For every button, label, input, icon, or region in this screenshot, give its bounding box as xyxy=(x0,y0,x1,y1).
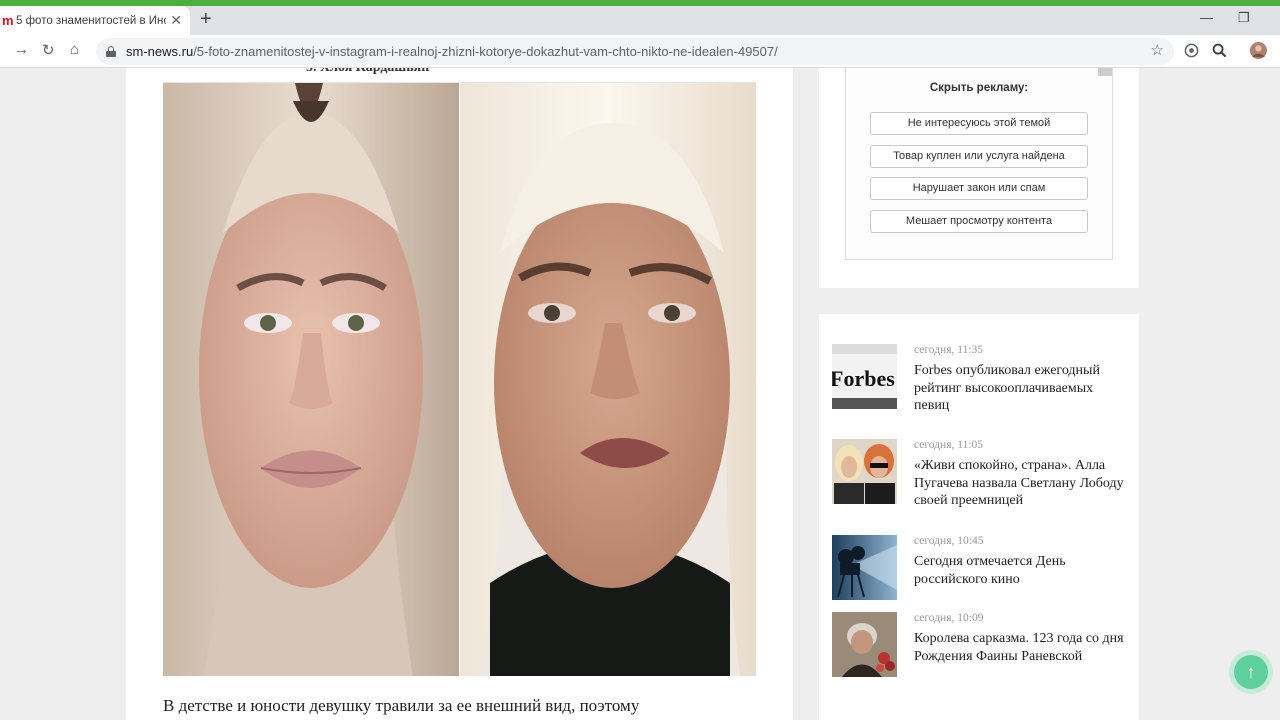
news-time: сегодня, 11:35 xyxy=(914,344,984,356)
news-time: сегодня, 10:45 xyxy=(914,535,984,547)
article-section-heading: 5. Хлоя Кардашьян xyxy=(306,68,429,76)
tab-title: 5 фото знаменитостей в Инстаграм xyxy=(16,14,166,27)
photo-real-life xyxy=(459,83,756,676)
new-tab-button[interactable]: + xyxy=(200,8,212,31)
photo-instagram xyxy=(163,83,460,676)
reload-icon[interactable]: ↻ xyxy=(42,41,55,59)
news-time: сегодня, 11:05 xyxy=(914,439,984,451)
hide-ad-title: Скрыть рекламу: xyxy=(929,82,1029,94)
news-title[interactable]: Forbes опубликовал ежегодный рейтинг выс… xyxy=(914,362,1129,415)
hide-ad-option-spam[interactable]: Нарушает закон или спам xyxy=(870,177,1088,200)
search-icon[interactable] xyxy=(1212,43,1227,58)
browser-tab[interactable]: m 5 фото знаменитостей в Инстаграм ✕ xyxy=(0,6,190,35)
scroll-to-top-button[interactable]: ↑ xyxy=(1229,650,1273,694)
site-favicon-icon: m xyxy=(2,12,14,28)
article-column: 5. Хлоя Кардашьян xyxy=(126,68,793,720)
news-title[interactable]: Королева сарказма. 123 года со дня Рожде… xyxy=(914,630,1129,665)
bookmark-star-icon[interactable]: ☆ xyxy=(1151,41,1164,59)
news-thumbnail[interactable] xyxy=(832,439,897,504)
minimize-button[interactable]: — xyxy=(1200,10,1213,25)
home-icon[interactable]: ⌂ xyxy=(70,41,79,58)
news-time: сегодня, 10:09 xyxy=(914,612,984,624)
article-photo-comparison xyxy=(163,82,756,676)
hide-ad-option-not-interested[interactable]: Не интересуюсь этой темой xyxy=(870,112,1088,135)
news-thumbnail[interactable] xyxy=(832,612,897,677)
hide-ad-panel: Скрыть рекламу: Не интересуюсь этой темо… xyxy=(845,68,1113,260)
news-thumbnail[interactable]: Forbes xyxy=(832,344,897,409)
arrow-up-icon: ↑ xyxy=(1234,655,1268,689)
article-body-text: В детстве и юности девушку травили за ее… xyxy=(163,696,640,715)
news-thumbnail[interactable] xyxy=(832,535,897,600)
tab-strip: m 5 фото знаменитостей в Инстаграм ✕ + —… xyxy=(0,6,1280,35)
hide-ad-option-obstructs[interactable]: Мешает просмотру контента xyxy=(870,210,1088,233)
forbes-logo-text: Forbes xyxy=(832,366,895,391)
address-bar[interactable]: sm-news.ru /5-foto-znamenitostej-v-insta… xyxy=(96,38,1174,65)
news-title[interactable]: «Живи спокойно, страна». Алла Пугачева н… xyxy=(914,457,1129,510)
page-viewport: 5. Хлоя Кардашьян xyxy=(0,68,1280,720)
ad-close-icon[interactable] xyxy=(1098,68,1112,76)
profile-avatar[interactable] xyxy=(1250,42,1267,59)
ad-container: Скрыть рекламу: Не интересуюсь этой темо… xyxy=(819,68,1139,288)
restore-button[interactable]: ❐ xyxy=(1238,10,1250,26)
url-host: sm-news.ru xyxy=(126,44,194,59)
news-feed: Forbes сегодня, 11:35 Forbes опубликовал… xyxy=(819,314,1139,720)
tab-close-icon[interactable]: ✕ xyxy=(170,12,182,29)
url-path: /5-foto-znamenitostej-v-instagram-i-real… xyxy=(193,44,778,59)
lock-icon xyxy=(106,46,116,57)
news-title[interactable]: Сегодня отмечается День российского кино xyxy=(914,553,1129,588)
browser-toolbar: → ↻ ⌂ sm-news.ru /5-foto-znamenitostej-v… xyxy=(0,35,1280,68)
extension-icon[interactable] xyxy=(1184,43,1199,58)
hide-ad-option-already-bought[interactable]: Товар куплен или услуга найдена xyxy=(870,145,1088,168)
back-arrow-icon[interactable]: → xyxy=(14,41,29,58)
